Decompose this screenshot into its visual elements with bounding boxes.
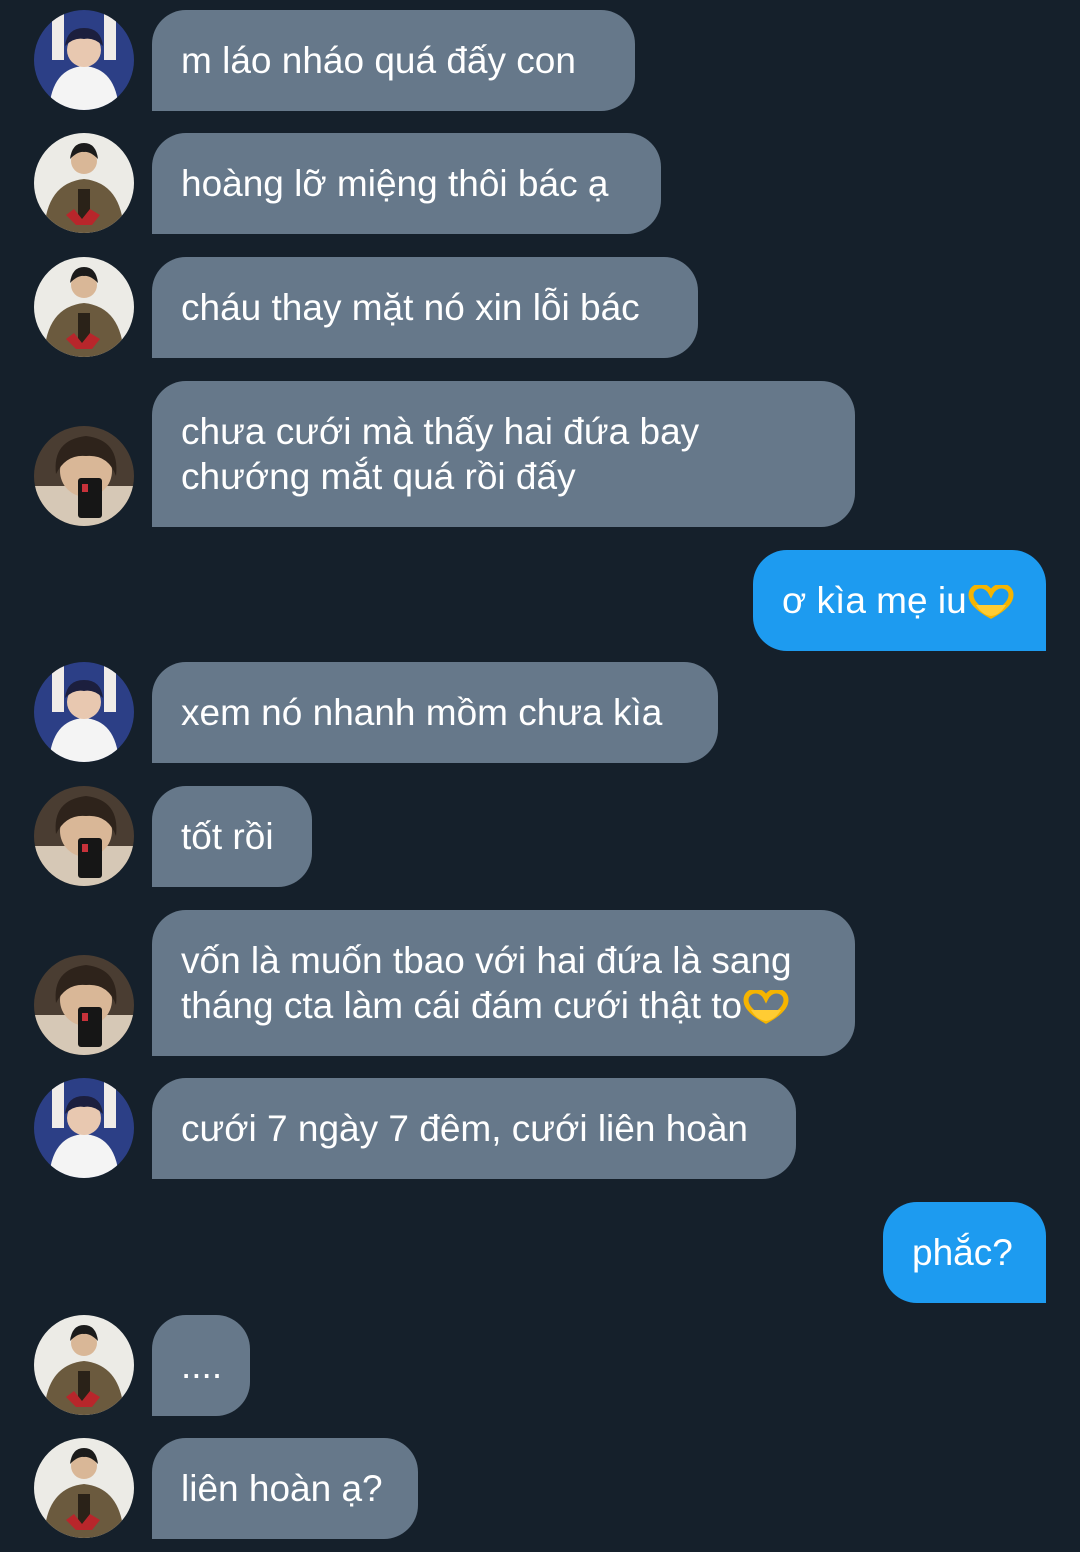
chat-thread: m láo nháo quá đấy con hoàng lỡ miệng th… (0, 0, 1080, 1552)
message-bubble[interactable]: vốn là muốn tbao với hai đứa là sang thá… (152, 910, 855, 1056)
message-text: hoàng lỡ miệng thôi bác ạ (181, 163, 609, 204)
message-text: cháu thay mặt nó xin lỗi bác (181, 287, 640, 328)
message-bubble[interactable]: liên hoàn ạ? (152, 1438, 418, 1539)
heart-hands-icon (968, 585, 1014, 619)
message-text: .... (181, 1345, 223, 1386)
message-bubble-outgoing[interactable]: phắc? (883, 1202, 1046, 1303)
avatar[interactable] (34, 257, 134, 357)
message-text: tháng cta làm cái đám cưới thật to (181, 983, 825, 1028)
message-text: liên hoàn ạ? (181, 1468, 383, 1509)
avatar[interactable] (34, 955, 134, 1055)
message-text: chướng mắt quá rồi đấy (181, 456, 576, 497)
message-bubble[interactable]: chưa cưới mà thấy hai đứa bay chướng mắt… (152, 381, 855, 527)
message-bubble[interactable]: .... (152, 1315, 250, 1416)
avatar[interactable] (34, 1315, 134, 1415)
message-text: tốt rồi (181, 816, 274, 857)
avatar[interactable] (34, 10, 134, 110)
message-bubble[interactable]: xem nó nhanh mồm chưa kìa (152, 662, 718, 763)
message-text: ơ kìa mẹ iu (782, 578, 1016, 623)
message-text: phắc? (912, 1232, 1013, 1273)
heart-hands-icon (743, 990, 789, 1024)
avatar[interactable] (34, 1438, 134, 1538)
message-text: m láo nháo quá đấy con (181, 40, 576, 81)
message-bubble[interactable]: hoàng lỡ miệng thôi bác ạ (152, 133, 661, 234)
message-text: xem nó nhanh mồm chưa kìa (181, 692, 663, 733)
message-bubble[interactable]: m láo nháo quá đấy con (152, 10, 635, 111)
avatar[interactable] (34, 426, 134, 526)
message-text: chưa cưới mà thấy hai đứa bay (181, 411, 700, 452)
avatar[interactable] (34, 786, 134, 886)
avatar[interactable] (34, 1078, 134, 1178)
avatar[interactable] (34, 133, 134, 233)
message-bubble[interactable]: cháu thay mặt nó xin lỗi bác (152, 257, 698, 358)
message-text: vốn là muốn tbao với hai đứa là sang (181, 940, 792, 981)
avatar[interactable] (34, 662, 134, 762)
message-text: cưới 7 ngày 7 đêm, cưới liên hoàn (181, 1108, 749, 1149)
message-bubble[interactable]: tốt rồi (152, 786, 312, 887)
message-bubble[interactable]: cưới 7 ngày 7 đêm, cưới liên hoàn (152, 1078, 796, 1179)
message-bubble-outgoing[interactable]: ơ kìa mẹ iu (753, 550, 1046, 651)
